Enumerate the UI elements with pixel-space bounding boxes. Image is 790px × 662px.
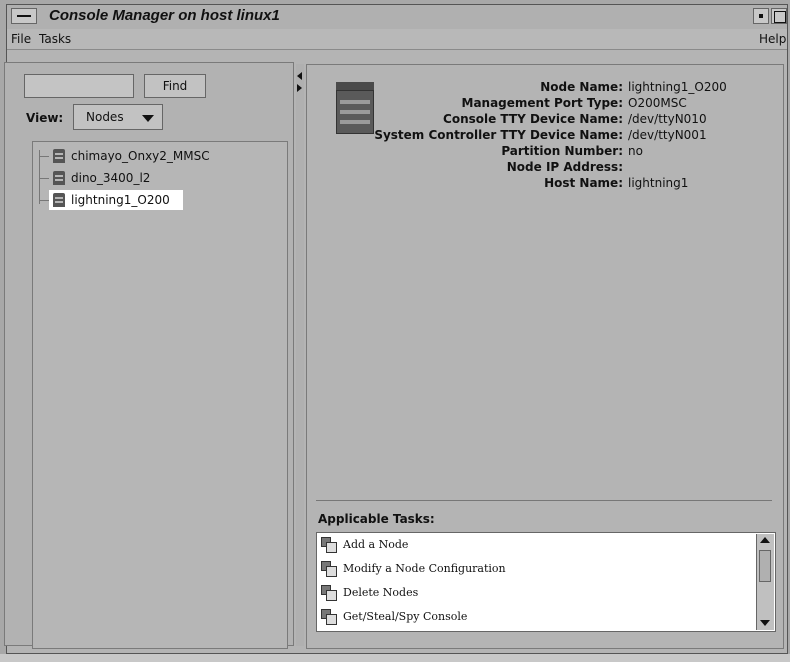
scroll-down-icon[interactable]	[760, 620, 770, 626]
window-menu-icon[interactable]	[11, 8, 37, 24]
server-icon	[53, 149, 65, 163]
menu-tasks[interactable]: Tasks	[39, 32, 71, 46]
view-selected-value: Nodes	[86, 110, 124, 124]
task-icon	[321, 537, 337, 553]
detail-key-console-tty: Console TTY Device Name:	[443, 112, 623, 126]
task-label: Add a Node	[343, 538, 409, 551]
pane-divider[interactable]	[296, 64, 304, 646]
tasks-scrollbar[interactable]	[756, 534, 774, 630]
applicable-tasks-label: Applicable Tasks:	[318, 512, 435, 526]
tree-item-label: lightning1_O200	[71, 193, 170, 207]
window-title: Console Manager on host linux1	[49, 7, 280, 24]
menu-bar: File Tasks Help	[7, 29, 787, 50]
detail-value-console-tty: /dev/ttyN010	[628, 112, 707, 126]
task-label: Delete Nodes	[343, 586, 419, 599]
collapse-left-icon[interactable]	[297, 72, 302, 80]
separator	[316, 500, 772, 501]
bottom-border	[0, 654, 790, 662]
server-icon	[330, 82, 378, 134]
detail-key-node-ip: Node IP Address:	[506, 160, 623, 174]
tasks-list: Add a Node Modify a Node Configuration D…	[316, 532, 776, 632]
detail-key-management-port-type: Management Port Type:	[461, 96, 624, 110]
tree-connector	[39, 150, 40, 204]
tree-item-dino[interactable]: dino_3400_l2	[49, 168, 165, 188]
collapse-right-icon[interactable]	[297, 84, 302, 92]
tree-item-label: dino_3400_l2	[71, 171, 151, 185]
detail-key-system-controller-tty: System Controller TTY Device Name:	[374, 128, 623, 142]
tree-item-lightning1[interactable]: lightning1_O200	[49, 190, 183, 210]
title-bar[interactable]: Console Manager on host linux1	[7, 5, 787, 30]
task-icon	[321, 609, 337, 625]
task-icon	[321, 561, 337, 577]
detail-value-node-name: lightning1_O200	[628, 80, 727, 94]
detail-key-host-name: Host Name:	[544, 176, 623, 190]
detail-key-node-name: Node Name:	[540, 80, 623, 94]
menu-file[interactable]: File	[11, 32, 31, 46]
view-dropdown[interactable]: Nodes	[73, 104, 163, 130]
task-icon	[321, 585, 337, 601]
dropdown-arrow-icon	[142, 115, 154, 122]
tree-connector	[39, 178, 49, 179]
detail-value-system-controller-tty: /dev/ttyN001	[628, 128, 707, 142]
tree-item-label: chimayo_Onxy2_MMSC	[71, 149, 210, 163]
find-input[interactable]	[24, 74, 134, 98]
tree-connector	[39, 156, 49, 157]
detail-value-management-port-type: O200MSC	[628, 96, 687, 110]
tree-item-chimayo[interactable]: chimayo_Onxy2_MMSC	[49, 146, 225, 166]
task-label: Get/Steal/Spy Console	[343, 610, 468, 623]
minimize-icon[interactable]	[753, 8, 769, 24]
scroll-up-icon[interactable]	[760, 537, 770, 543]
view-label: View:	[26, 111, 64, 125]
detail-key-partition-number: Partition Number:	[501, 144, 623, 158]
scroll-thumb[interactable]	[759, 550, 771, 582]
server-icon	[53, 193, 65, 207]
node-tree: chimayo_Onxy2_MMSC dino_3400_l2 lightnin…	[32, 141, 288, 649]
detail-value-host-name: lightning1	[628, 176, 689, 190]
maximize-icon[interactable]	[771, 8, 787, 24]
task-label: Modify a Node Configuration	[343, 562, 506, 575]
menu-help[interactable]: Help	[759, 32, 786, 46]
detail-value-partition-number: no	[628, 144, 643, 158]
tree-connector	[39, 200, 49, 201]
find-button[interactable]: Find	[144, 74, 206, 98]
server-icon	[53, 171, 65, 185]
